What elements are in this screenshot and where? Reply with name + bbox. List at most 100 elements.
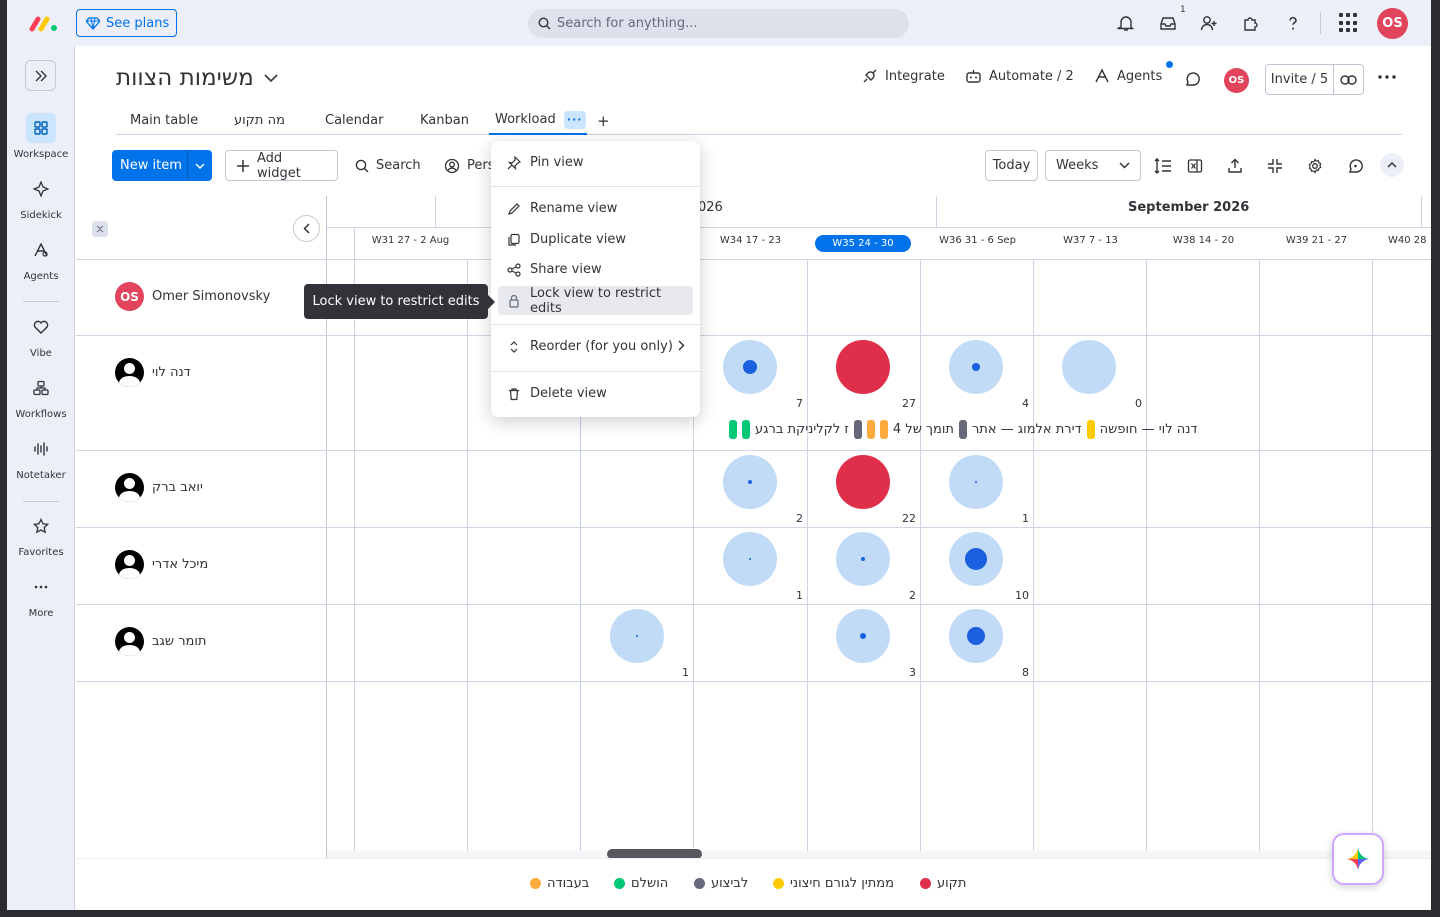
expand-sidebar-button[interactable] xyxy=(25,60,56,91)
workload-count: 2 xyxy=(796,512,803,525)
tab-options-button[interactable]: ··· xyxy=(563,110,586,129)
menu-share-view[interactable]: Share view xyxy=(498,255,693,284)
board-owner-avatar[interactable]: OS xyxy=(1224,68,1249,93)
add-view-button[interactable]: + xyxy=(597,106,610,135)
nav-item-vibe[interactable]: Vibe xyxy=(7,312,75,359)
scroll-back-button[interactable] xyxy=(293,215,320,242)
workload-bubble[interactable] xyxy=(836,340,890,394)
legend-item: בעבודה xyxy=(530,876,589,891)
collapse-fullscreen-icon[interactable] xyxy=(1264,155,1286,177)
person-row-tomer[interactable]: תומר שגב xyxy=(115,627,206,656)
month-sep xyxy=(435,196,436,227)
tab-kanban[interactable]: Kanban xyxy=(420,106,469,135)
menu-divider xyxy=(491,371,700,372)
workload-bubble[interactable] xyxy=(949,609,1003,663)
month-sep xyxy=(1421,196,1422,227)
collapse-rows-icon[interactable] xyxy=(92,221,108,237)
board-menu-icon[interactable] xyxy=(1378,74,1396,80)
task-label: ז לקליניקת ברגע xyxy=(755,422,849,437)
menu-delete-view[interactable]: Delete view xyxy=(498,379,693,408)
week-label: W39 21 - 27 xyxy=(1285,235,1348,246)
menu-lock-view[interactable]: Lock view to restrict edits xyxy=(498,286,693,316)
chevron-down-icon[interactable] xyxy=(188,162,212,169)
menu-reorder-view[interactable]: Reorder (for you only) xyxy=(498,332,693,361)
workload-bubble[interactable] xyxy=(949,340,1003,394)
view-options-menu: Pin view Rename view Duplicate view Shar… xyxy=(491,141,700,417)
workload-bubble[interactable] xyxy=(723,340,777,394)
reorder-icon xyxy=(507,340,521,354)
workload-bubble[interactable] xyxy=(1062,340,1116,394)
inbox-icon[interactable] xyxy=(1157,12,1179,34)
invite-members-icon[interactable] xyxy=(1198,12,1220,34)
workload-bubble[interactable] xyxy=(949,532,1003,586)
nav-item-workflows[interactable]: Workflows xyxy=(7,373,75,420)
puzzle-icon[interactable] xyxy=(1240,12,1262,34)
excel-export-icon[interactable] xyxy=(1184,155,1206,177)
task-strip[interactable]: ז לקליניקת ברגע 4 תומך של דירת אלמוג — א… xyxy=(729,420,1198,439)
help-icon[interactable] xyxy=(1282,12,1304,34)
global-search-input[interactable]: Search for anything... xyxy=(528,9,909,38)
nav-item-agents[interactable]: Agents xyxy=(7,235,75,282)
person-row-michal[interactable]: מיכל אדרי xyxy=(115,550,208,579)
agents-icon xyxy=(26,235,56,265)
person-filter-button[interactable]: Pers xyxy=(444,150,495,181)
workload-dot xyxy=(861,557,865,561)
week-gridline xyxy=(920,260,921,858)
tab-what-stuck[interactable]: מה תקוע xyxy=(234,106,285,135)
workload-bubble[interactable] xyxy=(610,609,664,663)
integrate-button[interactable]: Integrate xyxy=(862,68,945,84)
invite-button[interactable]: Invite / 5 xyxy=(1265,64,1364,95)
trash-icon xyxy=(507,387,521,401)
workload-bubble[interactable] xyxy=(836,532,890,586)
today-button[interactable]: Today xyxy=(985,150,1038,181)
search-button[interactable]: Search xyxy=(355,150,421,181)
legend-label: לביצוע xyxy=(711,876,749,891)
menu-duplicate-view[interactable]: Duplicate view xyxy=(498,225,693,254)
workload-bubble[interactable] xyxy=(949,455,1003,509)
duplicate-icon xyxy=(507,233,521,247)
chat-bubble-icon[interactable] xyxy=(1184,71,1201,88)
monday-logo-icon[interactable] xyxy=(29,14,59,32)
link-icon[interactable] xyxy=(1334,74,1363,85)
new-item-button[interactable]: New item xyxy=(112,150,212,181)
board-title[interactable]: משימות הצוות xyxy=(116,65,278,91)
workload-bubble[interactable] xyxy=(836,609,890,663)
add-widget-button[interactable]: Add widget xyxy=(225,150,338,181)
workload-bubble[interactable] xyxy=(723,455,777,509)
month-label: 026 xyxy=(698,200,723,215)
person-row-dana[interactable]: דנה לוי xyxy=(115,358,191,387)
ai-chat-icon[interactable] xyxy=(1344,155,1366,177)
workload-bubble[interactable] xyxy=(836,455,890,509)
row-height-icon[interactable] xyxy=(1152,155,1174,177)
nav-item-sidekick[interactable]: Sidekick xyxy=(7,174,75,221)
agents-button[interactable]: Agents xyxy=(1094,68,1162,84)
bell-icon[interactable] xyxy=(1115,12,1137,34)
workload-dot xyxy=(749,558,751,560)
collapse-toolbar-button[interactable] xyxy=(1380,153,1404,177)
workload-count: 4 xyxy=(1022,397,1029,410)
workload-bubble[interactable] xyxy=(723,532,777,586)
tab-main-table[interactable]: Main table xyxy=(130,106,198,135)
ai-assistant-button[interactable] xyxy=(1332,833,1384,885)
double-chevron-right-icon xyxy=(34,70,48,82)
settings-gear-icon[interactable] xyxy=(1304,155,1326,177)
nav-item-notetaker[interactable]: Notetaker xyxy=(7,434,75,481)
menu-pin-view[interactable]: Pin view xyxy=(498,148,693,177)
nav-item-workspace[interactable]: Workspace xyxy=(7,113,75,160)
tab-calendar[interactable]: Calendar xyxy=(325,106,383,135)
automate-button[interactable]: Automate / 2 xyxy=(965,68,1074,84)
menu-rename-view[interactable]: Rename view xyxy=(498,194,693,223)
tab-workload[interactable]: Workload ··· xyxy=(489,106,587,135)
workload-dot xyxy=(972,363,980,371)
person-row-omer[interactable]: OS Omer Simonovsky xyxy=(115,282,270,311)
see-plans-button[interactable]: See plans xyxy=(76,9,177,37)
workload-dot xyxy=(748,480,752,484)
apps-grid-icon[interactable] xyxy=(1339,13,1359,33)
nav-item-favorites[interactable]: Favorites xyxy=(7,511,75,558)
person-row-yoav[interactable]: יואב ברק xyxy=(115,473,203,502)
nav-item-more[interactable]: More xyxy=(7,572,75,619)
share-upload-icon[interactable] xyxy=(1224,155,1246,177)
person-name: Omer Simonovsky xyxy=(152,289,271,304)
user-avatar[interactable]: OS xyxy=(1377,8,1408,39)
weeks-dropdown[interactable]: Weeks xyxy=(1045,150,1141,181)
